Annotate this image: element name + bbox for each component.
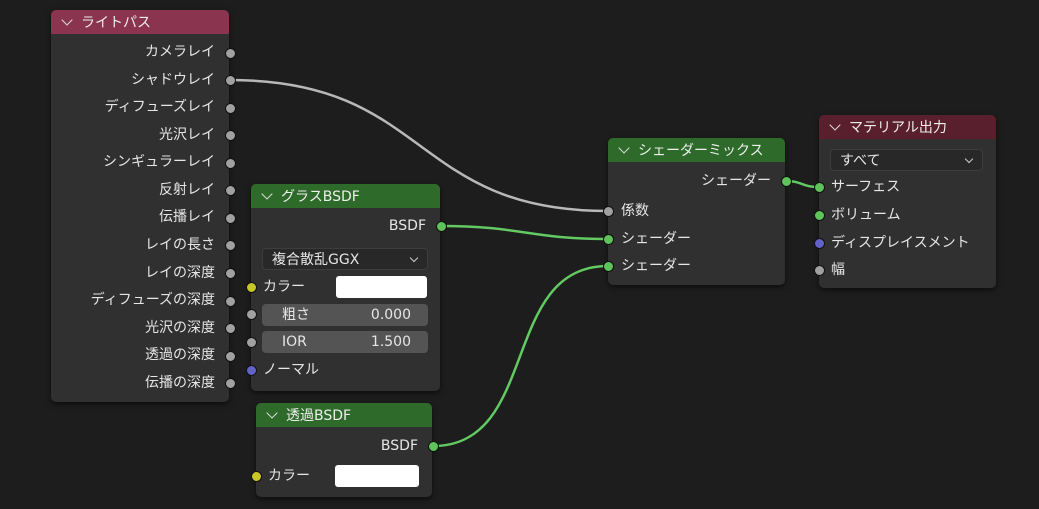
mix-shader-node[interactable]: シェーダーミックス シェーダー 係数 シェーダー シェーダー: [608, 138, 785, 285]
socket-glass-normal[interactable]: [246, 365, 257, 376]
collapse-chevron-icon[interactable]: [829, 119, 841, 131]
ior-value: 1.500: [370, 334, 411, 350]
output-transmission-ray: 伝播レイ: [159, 209, 215, 225]
socket-transparent-color[interactable]: [251, 471, 262, 482]
output-reflection-ray: 反射レイ: [159, 182, 215, 198]
output-glossy-depth: 光沢の深度: [145, 320, 215, 336]
socket-displacement[interactable]: [814, 238, 825, 249]
glass-bsdf-output-label: BSDF: [388, 218, 426, 234]
transparent-bsdf-header[interactable]: 透過BSDF: [256, 403, 432, 427]
socket-glass-bsdf-out[interactable]: [436, 221, 447, 232]
output-camera-ray: カメラレイ: [145, 44, 215, 60]
output-shadow-ray: シャドウレイ: [131, 72, 215, 88]
socket-mix-factor[interactable]: [603, 206, 614, 217]
socket-glossy-ray[interactable]: [225, 130, 236, 141]
glass-color-swatch[interactable]: [336, 276, 427, 298]
distribution-dropdown[interactable]: 複合散乱GGX: [262, 248, 428, 270]
glass-normal-label: ノーマル: [263, 362, 319, 378]
mix-shader2-label: シェーダー: [621, 258, 691, 274]
mix-shader1-label: シェーダー: [621, 231, 691, 247]
target-dropdown[interactable]: すべて: [830, 149, 983, 171]
socket-reflection-ray[interactable]: [225, 185, 236, 196]
link-transparent-to-shader2: [432, 264, 609, 448]
output-diffuse-ray: ディフューズレイ: [104, 99, 215, 115]
socket-mix-out[interactable]: [781, 176, 792, 187]
socket-transmission-depth[interactable]: [225, 378, 236, 389]
target-value: すべて: [840, 153, 881, 169]
socket-transparent-bsdf-out[interactable]: [428, 441, 439, 452]
output-diffuse-depth: ディフューズの深度: [90, 292, 215, 308]
glass-bsdf-node[interactable]: グラスBSDF BSDF 複合散乱GGX カラー 粗さ 0.000 IOR 1.…: [251, 184, 440, 391]
transparent-bsdf-title: 透過BSDF: [286, 408, 352, 424]
socket-transparent-depth[interactable]: [225, 351, 236, 362]
glass-bsdf-title: グラスBSDF: [281, 189, 360, 205]
ior-field[interactable]: IOR 1.500: [262, 331, 428, 353]
output-transparent-depth: 透過の深度: [145, 347, 215, 363]
socket-thickness[interactable]: [814, 265, 825, 276]
roughness-label: 粗さ: [282, 307, 310, 323]
output-singular-ray: シンギュラーレイ: [103, 154, 215, 170]
light-path-title: ライトパス: [81, 15, 151, 31]
transparent-color-label: カラー: [268, 468, 310, 484]
mix-shader-header[interactable]: シェーダーミックス: [608, 138, 785, 162]
collapse-chevron-icon[interactable]: [618, 142, 630, 154]
output-glossy-ray: 光沢レイ: [159, 127, 215, 143]
light-path-header[interactable]: ライトパス: [51, 10, 229, 34]
socket-transmission-ray[interactable]: [225, 213, 236, 224]
material-output-title: マテリアル出力: [849, 120, 947, 136]
transparent-bsdf-output-label: BSDF: [380, 438, 418, 454]
light-path-node[interactable]: ライトパス カメラレイ シャドウレイ ディフューズレイ 光沢レイ シンギュラーレ…: [51, 10, 229, 402]
socket-diffuse-ray[interactable]: [225, 103, 236, 114]
mix-shader-output-label: シェーダー: [701, 173, 771, 189]
distribution-value: 複合散乱GGX: [272, 252, 360, 268]
volume-label: ボリューム: [831, 207, 901, 223]
glass-bsdf-header[interactable]: グラスBSDF: [251, 184, 440, 208]
chevron-down-icon: [964, 154, 974, 164]
socket-glass-color[interactable]: [246, 282, 257, 293]
socket-ray-length[interactable]: [225, 240, 236, 251]
socket-mix-shader1[interactable]: [603, 234, 614, 245]
roughness-value: 0.000: [370, 307, 411, 323]
socket-singular-ray[interactable]: [225, 158, 236, 169]
socket-mix-shader2[interactable]: [603, 261, 614, 272]
output-ray-depth: レイの深度: [145, 265, 215, 281]
ior-label: IOR: [282, 334, 307, 350]
material-output-node[interactable]: マテリアル出力 すべて サーフェス ボリューム ディスプレイスメント 幅: [819, 115, 996, 288]
chevron-down-icon: [409, 253, 419, 263]
socket-surface[interactable]: [814, 182, 825, 193]
socket-volume[interactable]: [814, 210, 825, 221]
socket-diffuse-depth[interactable]: [225, 296, 236, 307]
transparent-color-swatch[interactable]: [335, 465, 419, 487]
roughness-field[interactable]: 粗さ 0.000: [262, 304, 428, 326]
glass-color-label: カラー: [263, 279, 305, 295]
collapse-chevron-icon[interactable]: [261, 188, 273, 200]
socket-shadow-ray[interactable]: [225, 75, 236, 86]
link-glass-to-shader1: [440, 224, 609, 241]
collapse-chevron-icon[interactable]: [61, 14, 73, 26]
socket-ray-depth[interactable]: [225, 268, 236, 279]
displacement-label: ディスプレイスメント: [831, 235, 970, 251]
collapse-chevron-icon[interactable]: [266, 407, 278, 419]
transparent-bsdf-node[interactable]: 透過BSDF BSDF カラー: [256, 403, 432, 497]
surface-label: サーフェス: [831, 179, 901, 195]
material-output-header[interactable]: マテリアル出力: [819, 115, 996, 139]
output-ray-length: レイの長さ: [145, 237, 215, 253]
output-transmission-depth: 伝播の深度: [145, 375, 215, 391]
mix-factor-label: 係数: [621, 203, 649, 219]
socket-camera-ray[interactable]: [225, 48, 236, 59]
mix-shader-title: シェーダーミックス: [638, 143, 764, 159]
socket-glass-roughness[interactable]: [246, 309, 257, 320]
socket-glass-ior[interactable]: [246, 337, 257, 348]
thickness-label: 幅: [831, 262, 845, 278]
socket-glossy-depth[interactable]: [225, 323, 236, 334]
